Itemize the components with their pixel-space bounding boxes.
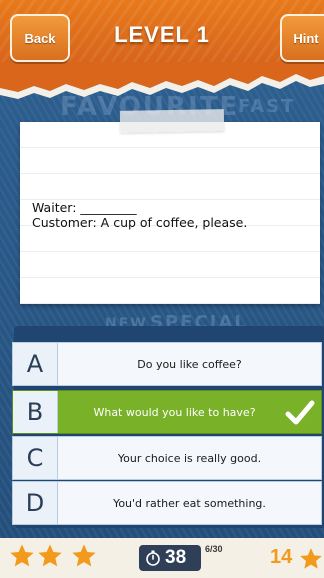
stopwatch-icon — [146, 550, 160, 566]
answer-letter: C — [13, 437, 58, 479]
score-value: 14 — [270, 546, 293, 568]
tape-strip — [119, 109, 225, 133]
answer-text: What would you like to have? — [93, 405, 256, 419]
answer-text: Do you like coffee? — [137, 357, 242, 371]
torn-paper-edge — [0, 62, 324, 99]
star-icon — [72, 544, 96, 567]
answer-text: Your choice is really good. — [117, 451, 262, 465]
level-title: LEVEL 1 — [114, 22, 210, 47]
star-icon — [10, 544, 34, 567]
checkmark-icon — [285, 400, 315, 425]
question-dialog: Waiter: _________ Customer: A cup of cof… — [32, 200, 312, 230]
answer-option-d[interactable]: D You'd rather eat something. — [12, 481, 322, 525]
answer-option-b[interactable]: B What would you like to have? — [12, 390, 322, 434]
answer-option-a[interactable]: A Do you like coffee? — [12, 342, 322, 386]
answer-option-c[interactable]: C Your choice is really good. — [12, 436, 322, 480]
star-icon — [38, 544, 62, 567]
question-line-customer: Customer: A cup of coffee, please. — [32, 215, 248, 230]
timer-badge: 38 — [139, 545, 201, 571]
answer-text: You'd rather eat something. — [113, 496, 266, 510]
hint-button[interactable]: Hint — [280, 14, 324, 62]
bottom-bar: 38 6/30 14 — [0, 538, 324, 578]
answer-letter: A — [13, 343, 58, 385]
answer-letter: B — [13, 391, 58, 433]
timer-value: 38 — [165, 547, 187, 568]
score-star-icon — [300, 548, 322, 569]
back-button[interactable]: Back — [10, 14, 70, 62]
question-line-waiter: Waiter: _________ — [32, 200, 137, 215]
question-progress: 6/30 — [205, 544, 223, 554]
hint-button-label: Hint — [293, 30, 319, 46]
answer-letter: D — [13, 482, 58, 524]
back-button-label: Back — [24, 30, 56, 46]
